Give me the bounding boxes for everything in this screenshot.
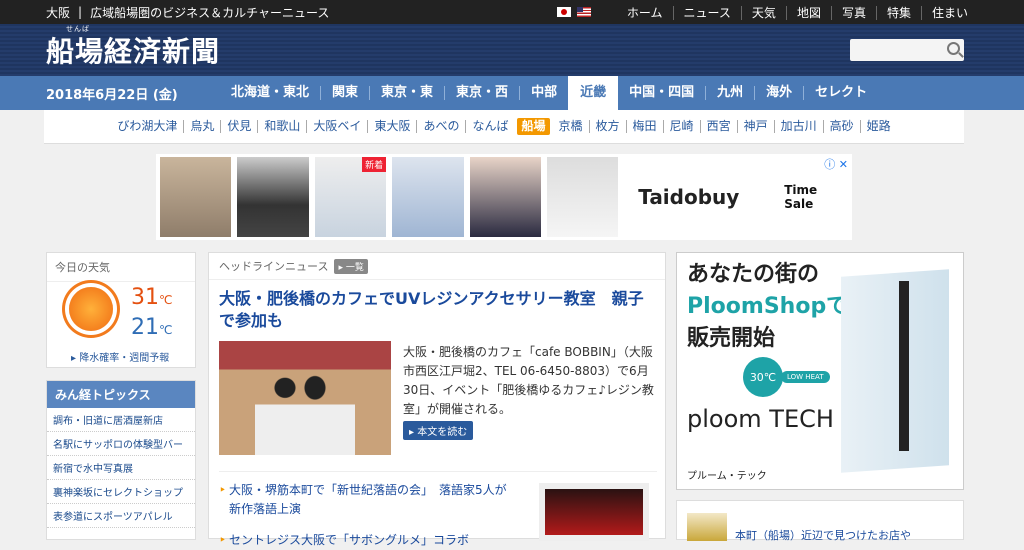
city-item[interactable]: 神戸 — [736, 120, 774, 133]
headline-summary: 大阪・肥後橋のカフェ「cafe BOBBIN」（大阪市西区江戸堀2、TEL 06… — [403, 345, 654, 416]
ploom-logo: ploom TECH — [687, 405, 834, 433]
news-section-title: ヘッドラインニュース — [219, 260, 329, 273]
side-feature[interactable]: 本町（船場）近辺で見つけたお店や — [676, 500, 964, 543]
city-item[interactable]: 尼崎 — [662, 120, 700, 133]
search-input[interactable] — [850, 39, 964, 61]
city-item[interactable]: 高砂 — [822, 120, 860, 133]
city-item[interactable]: 梅田 — [625, 120, 663, 133]
region-hokkaido[interactable]: 北海道・東北 — [220, 86, 320, 100]
headline-link[interactable]: 大阪・肥後橋のカフェでUVレジンアクセサリー教室 親子で参加も — [209, 280, 665, 332]
ad-product-image[interactable] — [160, 157, 232, 237]
new-tag: 新着 — [362, 157, 387, 172]
city-item-active[interactable]: 船場 — [517, 118, 550, 135]
sub-article-image[interactable] — [539, 483, 649, 541]
topic-item[interactable]: 表参道にスポーツアパレル — [47, 504, 195, 528]
ad-product-image[interactable] — [392, 157, 464, 237]
region-tokyo-east[interactable]: 東京・東 — [369, 86, 444, 100]
sun-icon — [69, 287, 113, 331]
nav-feature[interactable]: 特集 — [875, 5, 921, 20]
weather-widget: 今日の天気 31℃ 21℃ ▸ 降水確率・週間予報 — [46, 252, 196, 368]
feature-text[interactable]: 本町（船場）近辺で見つけたお店や — [735, 527, 911, 543]
japan-flag-icon[interactable] — [556, 7, 571, 17]
forecast-link[interactable]: ▸ 降水確率・週間予報 — [71, 349, 169, 364]
sub-article-link[interactable]: ‣ セントレジス大阪で「サボングルメ」コラボ — [219, 531, 509, 550]
temp-badge: 30℃ — [743, 357, 783, 397]
city-item[interactable]: 和歌山 — [257, 120, 306, 133]
topic-item[interactable]: 新宿で水中写真展 — [47, 456, 195, 480]
headline-photo[interactable] — [219, 341, 391, 455]
side-ad-headline: あなたの街の PloomShopで 販売開始 — [687, 262, 849, 351]
top-bar: 大阪 | 広域船場圏のビジネス＆カルチャーニュース ホーム ニュース 天気 地図 写真特… — [0, 0, 1024, 24]
feature-thumb[interactable] — [687, 513, 727, 541]
site-header: せんば 船場経済新聞 — [0, 24, 1024, 76]
high-temp: 31℃ — [131, 285, 173, 310]
topic-item[interactable]: 調布・旧道に居酒屋新店 — [47, 408, 195, 432]
region-chubu[interactable]: 中部 — [519, 86, 568, 100]
city-item[interactable]: あべの — [416, 120, 465, 133]
nav-housing[interactable]: 住まい — [920, 5, 978, 20]
logo-ruby: せんば — [66, 25, 90, 33]
city-item[interactable]: 伏見 — [220, 120, 257, 133]
city-item[interactable]: 京橋 — [553, 120, 589, 133]
location-label: 大阪 — [46, 5, 71, 20]
region-kanto[interactable]: 関東 — [320, 86, 369, 100]
read-more-button[interactable]: ▸ 本文を読む — [403, 421, 474, 440]
ad-product-image[interactable] — [469, 157, 541, 237]
region-kyushu[interactable]: 九州 — [705, 86, 754, 100]
ad-sale-label[interactable]: Time Sale — [784, 183, 848, 211]
region-bar: 2018年6月22日 (金) 北海道・東北 関東 東京・東 東京・西 中部 近畿… — [0, 76, 1024, 110]
city-nav: びわ湖大津 烏丸 伏見 和歌山 大阪ベイ 東大阪 あべの なんば 船場 京橋 枚… — [44, 110, 964, 144]
divider — [219, 471, 657, 472]
product-device — [899, 281, 909, 451]
region-chugoku[interactable]: 中国・四国 — [618, 86, 705, 100]
region-overseas[interactable]: 海外 — [754, 86, 803, 100]
city-item[interactable]: 烏丸 — [183, 120, 220, 133]
city-item[interactable]: 大阪ベイ — [306, 120, 367, 133]
weather-title: 今日の天気 — [47, 253, 195, 282]
nav-news[interactable]: ニュース — [672, 5, 741, 20]
banner-ad[interactable]: 新着 Taidobuy Time Sale ⓘ ✕ — [156, 154, 852, 240]
ploom-sub: プルーム・テック — [687, 471, 767, 482]
topics-title: みん経トピックス — [47, 381, 195, 408]
main-content: 今日の天気 31℃ 21℃ ▸ 降水確率・週間予報 みん経トピックス 調布・旧道… — [0, 252, 1024, 547]
city-item[interactable]: 姫路 — [859, 120, 897, 133]
ad-close-icon[interactable]: ⓘ ✕ — [824, 156, 848, 172]
nav-home[interactable]: ホーム — [617, 6, 673, 20]
ad-product-image[interactable] — [546, 157, 619, 237]
region-tokyo-west[interactable]: 東京・西 — [444, 86, 519, 100]
region-kinki[interactable]: 近畿 — [568, 76, 619, 110]
ad-product-image[interactable] — [237, 157, 309, 237]
nav-photo[interactable]: 写真 — [830, 5, 876, 20]
region-select[interactable]: セレクト — [803, 86, 878, 100]
search-icon[interactable] — [947, 42, 960, 55]
low-temp: 21℃ — [131, 315, 173, 340]
headline-news: ヘッドラインニュース ▸ 一覧 大阪・肥後橋のカフェでUVレジンアクセサリー教室 … — [208, 252, 666, 547]
ad-brand[interactable]: Taidobuy — [638, 185, 739, 209]
tagline: 広域船場圏のビジネス＆カルチャーニュース — [90, 5, 330, 20]
more-button[interactable]: ▸ 一覧 — [334, 258, 368, 274]
site-logo[interactable]: せんば 船場経済新聞 — [46, 25, 221, 70]
city-item[interactable]: なんば — [465, 120, 514, 133]
topics-box: みん経トピックス 調布・旧道に居酒屋新店 名駅にサッポロの体験型バー 新宿で水中… — [46, 380, 196, 540]
ad-product-image[interactable]: 新着 — [314, 157, 387, 237]
product-package — [841, 269, 949, 473]
side-ad[interactable]: あなたの街の PloomShopで 販売開始 30℃ LOW HEAT ploom … — [676, 252, 964, 490]
city-item[interactable]: びわ湖大津 — [111, 120, 183, 133]
logo-text: 船場経済新聞 — [46, 35, 221, 68]
nav-weather[interactable]: 天気 — [740, 5, 786, 20]
city-item[interactable]: 枚方 — [588, 120, 626, 133]
city-item[interactable]: 加古川 — [773, 120, 823, 133]
city-item[interactable]: 東大阪 — [367, 120, 416, 133]
low-heat-badge: LOW HEAT — [781, 371, 830, 383]
sub-article-link[interactable]: ‣ 大阪・堺筋本町で「新世紀落語の会」 落語家5人が新作落語上演 — [219, 481, 509, 519]
city-item[interactable]: 西宮 — [699, 120, 737, 133]
nav-map[interactable]: 地図 — [785, 5, 831, 20]
topic-item[interactable]: 名駅にサッポロの体験型バー — [47, 432, 195, 456]
us-flag-icon[interactable] — [576, 7, 591, 17]
current-date: 2018年6月22日 (金) — [46, 87, 178, 103]
topic-item[interactable]: 裏神楽坂にセレクトショップ — [47, 480, 195, 504]
